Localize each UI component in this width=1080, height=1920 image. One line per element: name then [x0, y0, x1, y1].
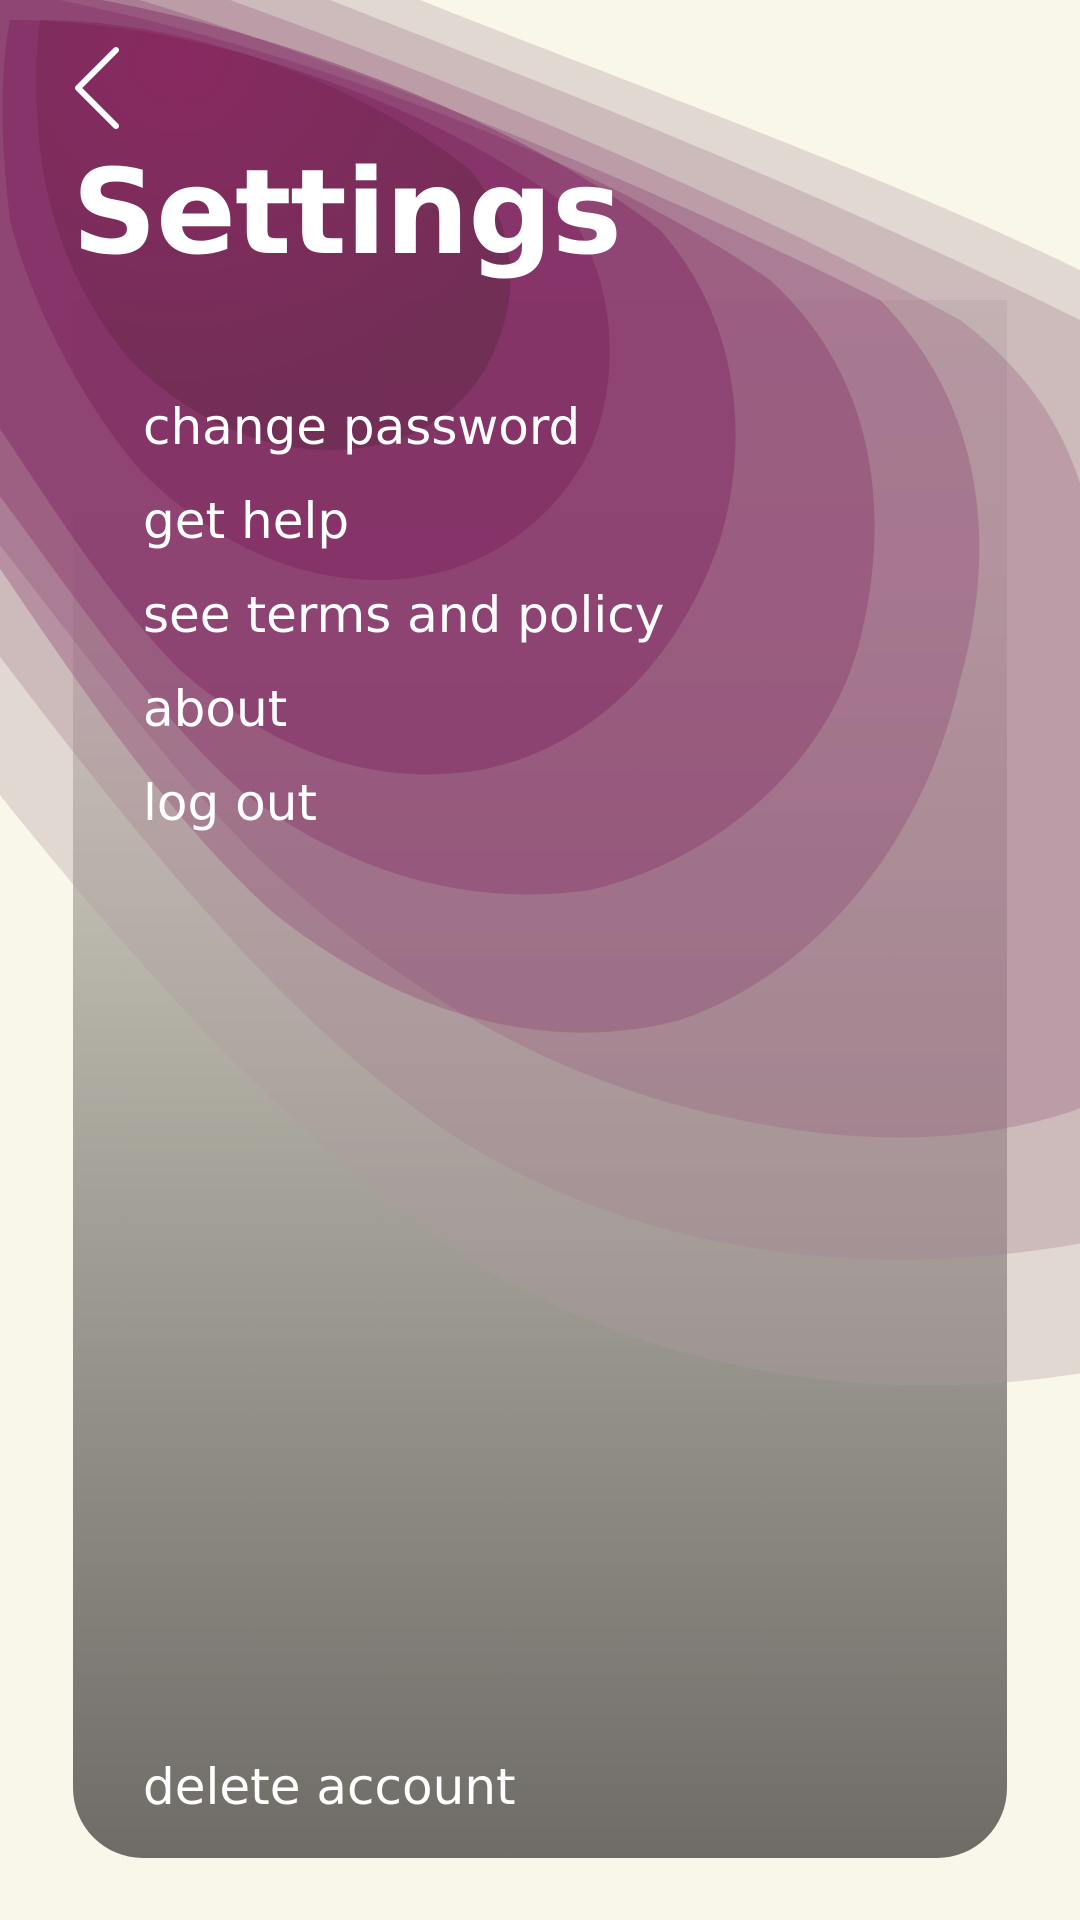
delete-account-button[interactable]: delete account — [143, 1740, 516, 1834]
menu-item-terms-policy[interactable]: see terms and policy — [143, 568, 664, 662]
page-title: Settings — [72, 143, 622, 281]
settings-menu: change password get help see terms and p… — [143, 380, 664, 850]
menu-item-log-out[interactable]: log out — [143, 756, 664, 850]
menu-item-get-help[interactable]: get help — [143, 474, 664, 568]
menu-item-change-password[interactable]: change password — [143, 380, 664, 474]
settings-screen: Settings change password get help see te… — [0, 0, 1080, 1920]
back-button[interactable] — [62, 42, 132, 132]
chevron-left-icon — [75, 47, 119, 129]
menu-item-about[interactable]: about — [143, 662, 664, 756]
